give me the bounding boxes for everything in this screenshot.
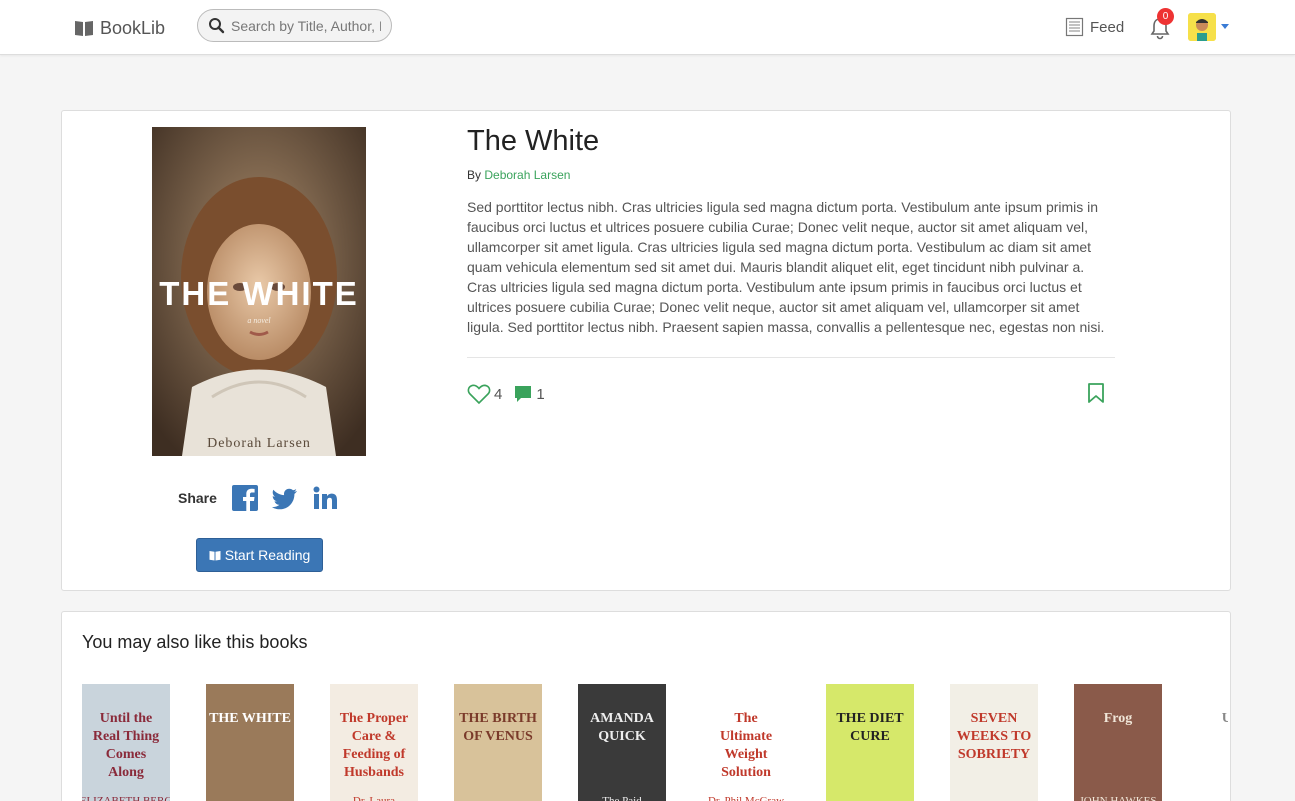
- search-box[interactable]: [197, 9, 392, 42]
- book-stats: 4 1: [467, 383, 545, 405]
- recommended-book-title: The Proper: [340, 711, 409, 726]
- recommended-book-title: THE WHITE: [209, 711, 291, 726]
- recommended-book-author: The Paid: [602, 795, 642, 801]
- recommended-book-title: Feeding of: [343, 747, 406, 762]
- facebook-icon[interactable]: [231, 484, 259, 512]
- feed-link[interactable]: Feed: [1065, 17, 1124, 37]
- recommended-book[interactable]: The Proper Care & Feeding of Husbands Dr. La…: [330, 684, 418, 801]
- bookmark-icon[interactable]: [1086, 382, 1106, 404]
- recommended-book-cover: SEVEN WEEKS TO SOBRIETY: [950, 684, 1038, 801]
- user-avatar-icon: [1188, 13, 1216, 41]
- recommended-book-title: THE BIRTH: [459, 711, 537, 726]
- recommended-book-title: Along: [108, 765, 144, 780]
- recommended-book-author: Dr. Phil McGraw: [708, 795, 784, 801]
- recommended-book-cover: The Ultimate Weight Solution Dr. Phil McGraw: [702, 684, 790, 801]
- recommendations-heading: You may also like this books: [82, 632, 308, 652]
- book-detail-card: THE WHITE a novel Deborah Larsen Share S…: [61, 110, 1231, 591]
- likes-count: 4: [494, 385, 503, 403]
- book-title: The White: [467, 125, 600, 157]
- share-bar: Share: [178, 484, 339, 512]
- recommended-book-author: ELIZABETH BERG: [82, 795, 170, 801]
- divider: [467, 357, 1115, 358]
- notification-badge: 0: [1157, 8, 1174, 25]
- recommended-book-author: Dr. Laura: [353, 795, 395, 801]
- search-icon: [209, 18, 225, 34]
- search-input[interactable]: [231, 17, 381, 34]
- recommended-book[interactable]: Frog JOHN HAWKES: [1074, 684, 1162, 801]
- recommended-book-cover: THE DIET CURE: [826, 684, 914, 801]
- brand-name: BookLib: [100, 17, 166, 38]
- start-reading-label: Start Reading: [224, 547, 311, 563]
- recommended-book[interactable]: THE DIET CURE: [826, 684, 914, 801]
- recommended-book-title: Husbands: [344, 765, 404, 780]
- recommended-book-title: Solution: [721, 765, 771, 780]
- newspaper-icon: [1065, 17, 1084, 37]
- book-open-icon: [209, 550, 221, 560]
- recommended-book-title: Real Thing: [93, 729, 159, 744]
- recommended-book[interactable]: AMANDA QUICK The Paid: [578, 684, 666, 801]
- recommended-book-title: Frog: [1104, 711, 1133, 726]
- comments-count: 1: [536, 385, 545, 403]
- book-description: Sed porttitor lectus nibh. Cras ultricie…: [467, 199, 1105, 335]
- recommended-book-title: The: [734, 711, 757, 726]
- recommended-book-title: Ursula: [1222, 711, 1228, 726]
- recommended-book-title: Care &: [352, 729, 396, 744]
- recommended-book-title: OF VENUS: [463, 729, 533, 744]
- chevron-down-icon[interactable]: [1221, 24, 1229, 29]
- recommended-book-cover: THE BIRTH OF VENUS: [454, 684, 542, 801]
- recommended-book-title: THE DIET: [836, 711, 904, 726]
- recommended-book-cover: Ursula: [1198, 684, 1228, 801]
- top-navbar: BookLib Feed 0: [0, 0, 1295, 55]
- recommended-book-title: AMANDA: [590, 711, 655, 726]
- recommended-book[interactable]: THE BIRTH OF VENUS: [454, 684, 542, 801]
- recommended-book-title: SEVEN: [971, 711, 1018, 726]
- recommended-book-title: CURE: [850, 729, 890, 744]
- linkedin-icon[interactable]: [311, 484, 339, 512]
- twitter-icon[interactable]: [271, 484, 299, 512]
- avatar[interactable]: [1188, 13, 1216, 41]
- heart-icon[interactable]: [467, 383, 491, 405]
- by-label: By: [467, 168, 482, 182]
- book-cover: THE WHITE a novel Deborah Larsen: [152, 127, 366, 456]
- recommended-book-cover: The Proper Care & Feeding of Husbands Dr. La…: [330, 684, 418, 801]
- recommended-book-title: SOBRIETY: [958, 747, 1030, 762]
- recommended-book-title: Until the: [100, 711, 153, 726]
- comment-icon[interactable]: [513, 384, 533, 404]
- recommended-book[interactable]: Ursula: [1198, 684, 1228, 801]
- recommended-book-title: Weight: [725, 747, 768, 762]
- recommended-book-cover: Until the Real Thing Comes Along ELIZABETH B…: [82, 684, 170, 801]
- recommended-book-title: Comes: [106, 747, 147, 762]
- feed-label: Feed: [1090, 18, 1125, 36]
- recommended-book-title: WEEKS TO: [957, 729, 1032, 744]
- recommendations-card: You may also like this books Until the Re…: [61, 611, 1231, 801]
- cover-title-text: THE WHITE: [159, 275, 358, 312]
- brand-logo[interactable]: BookLib: [74, 16, 165, 40]
- recommended-book-cover: AMANDA QUICK The Paid: [578, 684, 666, 801]
- book-byline: By Deborah Larsen: [467, 168, 570, 182]
- start-reading-button[interactable]: Start Reading: [196, 538, 323, 572]
- recommendations-list: Until the Real Thing Comes Along ELIZABETH B…: [82, 684, 1228, 801]
- recommended-book-author: JOHN HAWKES: [1079, 795, 1156, 801]
- book-open-icon: [75, 21, 93, 36]
- recommended-book[interactable]: THE WHITE: [206, 684, 294, 801]
- author-link[interactable]: Deborah Larsen: [484, 168, 570, 182]
- recommended-book[interactable]: The Ultimate Weight Solution Dr. Phil McGraw: [702, 684, 790, 801]
- cover-image: THE WHITE a novel Deborah Larsen: [152, 127, 366, 456]
- recommended-book[interactable]: SEVEN WEEKS TO SOBRIETY: [950, 684, 1038, 801]
- recommended-book[interactable]: Until the Real Thing Comes Along ELIZABETH B…: [82, 684, 170, 801]
- recommended-book-cover: THE WHITE: [206, 684, 294, 801]
- cover-author-text: Deborah Larsen: [207, 436, 311, 451]
- cover-subtitle-text: a novel: [247, 316, 271, 325]
- recommended-book-title: QUICK: [598, 729, 646, 744]
- share-label: Share: [178, 490, 217, 506]
- recommended-book-cover: Frog JOHN HAWKES: [1074, 684, 1162, 801]
- recommended-book-title: Ultimate: [720, 729, 772, 744]
